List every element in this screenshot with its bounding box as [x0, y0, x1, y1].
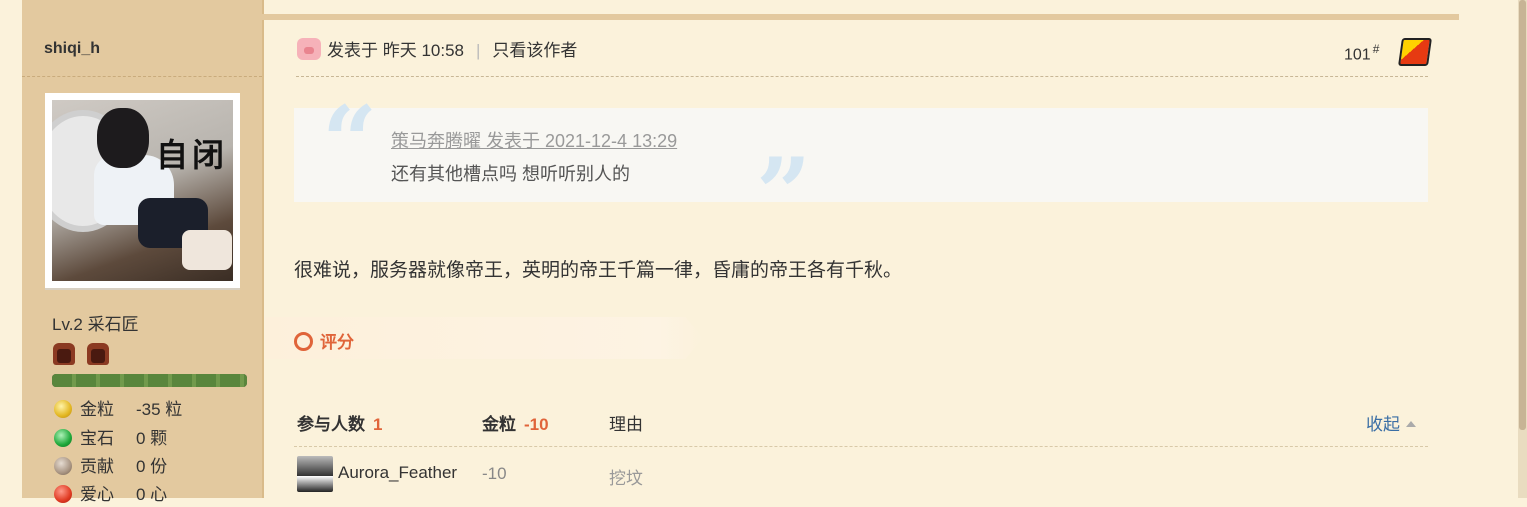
- stat-label: 金粒: [80, 400, 114, 419]
- gold-label: 金粒: [482, 415, 516, 434]
- stat-value: 0 份: [136, 457, 168, 476]
- stat-value: -35 粒: [136, 400, 183, 419]
- close-quote-icon: ”: [756, 137, 812, 250]
- floor-mark: #: [1372, 42, 1380, 56]
- stat-value: 0 颗: [136, 429, 168, 448]
- medal-icon[interactable]: [53, 343, 75, 365]
- floor-number-value: 101: [1344, 46, 1371, 64]
- post-header-divider: [296, 76, 1428, 77]
- rating-toggle[interactable]: 评分: [294, 328, 354, 353]
- post-time: 发表于 昨天 10:58: [327, 41, 464, 60]
- stat-contribution: 贡献 0 份: [54, 455, 167, 479]
- stat-heart: 爱心 0 心: [54, 483, 167, 507]
- stat-label: 贡献: [80, 457, 114, 476]
- medal-icon[interactable]: [87, 343, 110, 365]
- gem-icon: [54, 429, 72, 447]
- heart-icon: [54, 485, 72, 503]
- stat-value: 0 心: [136, 485, 168, 504]
- rater-reason: 挖坟: [609, 469, 643, 488]
- participants-count: 1: [373, 415, 383, 434]
- scrollbar-thumb[interactable]: [1519, 0, 1526, 430]
- gold-total: -10: [524, 415, 549, 434]
- rater-score: -10: [482, 464, 507, 483]
- quote-source-link[interactable]: 策马奔腾曜 发表于 2021-12-4 13:29: [391, 127, 677, 153]
- rating-label: 评分: [320, 333, 354, 352]
- rating-participants: 参与人数 1: [297, 410, 382, 435]
- author-username[interactable]: shiqi_h: [44, 40, 100, 58]
- rater-name[interactable]: Aurora_Feather: [338, 463, 457, 483]
- gold-icon: [54, 400, 72, 418]
- quote-block: “ 策马奔腾曜 发表于 2021-12-4 13:29 还有其他槽点吗 想听听别…: [294, 94, 1428, 242]
- level-progress-fill: [52, 374, 247, 387]
- stat-label: 爱心: [80, 485, 114, 504]
- only-author-link[interactable]: 只看该作者: [492, 41, 577, 60]
- stat-gold: 金粒 -35 粒: [54, 398, 182, 422]
- meta-divider: |: [476, 41, 481, 60]
- avatar-caption: 自闭: [156, 136, 229, 174]
- report-flag-icon[interactable]: [1398, 38, 1432, 66]
- floor-number[interactable]: 101 #: [1344, 42, 1379, 64]
- level-progress-bar: [52, 374, 247, 387]
- collapse-arrow-icon: [1406, 421, 1416, 427]
- online-status-icon: [297, 38, 321, 60]
- rating-divider: [294, 446, 1428, 447]
- contribution-icon: [54, 457, 72, 475]
- quote-text: 还有其他槽点吗 想听听别人的: [391, 164, 630, 184]
- collapse-label: 收起: [1366, 415, 1400, 434]
- post-body: 很难说，服务器就像帝王，英明的帝王千篇一律，昏庸的帝王各有千秋。: [294, 260, 903, 281]
- author-avatar[interactable]: 自闭: [45, 93, 240, 288]
- sidebar-divider: [22, 76, 262, 77]
- post-meta: 发表于 昨天 10:58 | 只看该作者: [297, 36, 577, 64]
- collapse-button[interactable]: 收起: [1366, 410, 1416, 435]
- medal-list: [53, 343, 117, 367]
- open-quote-icon: “: [322, 85, 378, 198]
- rating-gold-total: 金粒 -10: [482, 410, 549, 435]
- reason-header: 理由: [609, 415, 643, 434]
- stat-gem: 宝石 0 颗: [54, 427, 167, 451]
- post-top-rule: [22, 14, 1459, 20]
- participants-label: 参与人数: [297, 415, 365, 434]
- avatar-image: 自闭: [52, 100, 233, 281]
- stat-label: 宝石: [80, 429, 114, 448]
- rating-ring-icon: [294, 332, 313, 351]
- author-level: Lv.2 采石匠: [52, 315, 139, 334]
- rater-avatar[interactable]: [297, 456, 333, 492]
